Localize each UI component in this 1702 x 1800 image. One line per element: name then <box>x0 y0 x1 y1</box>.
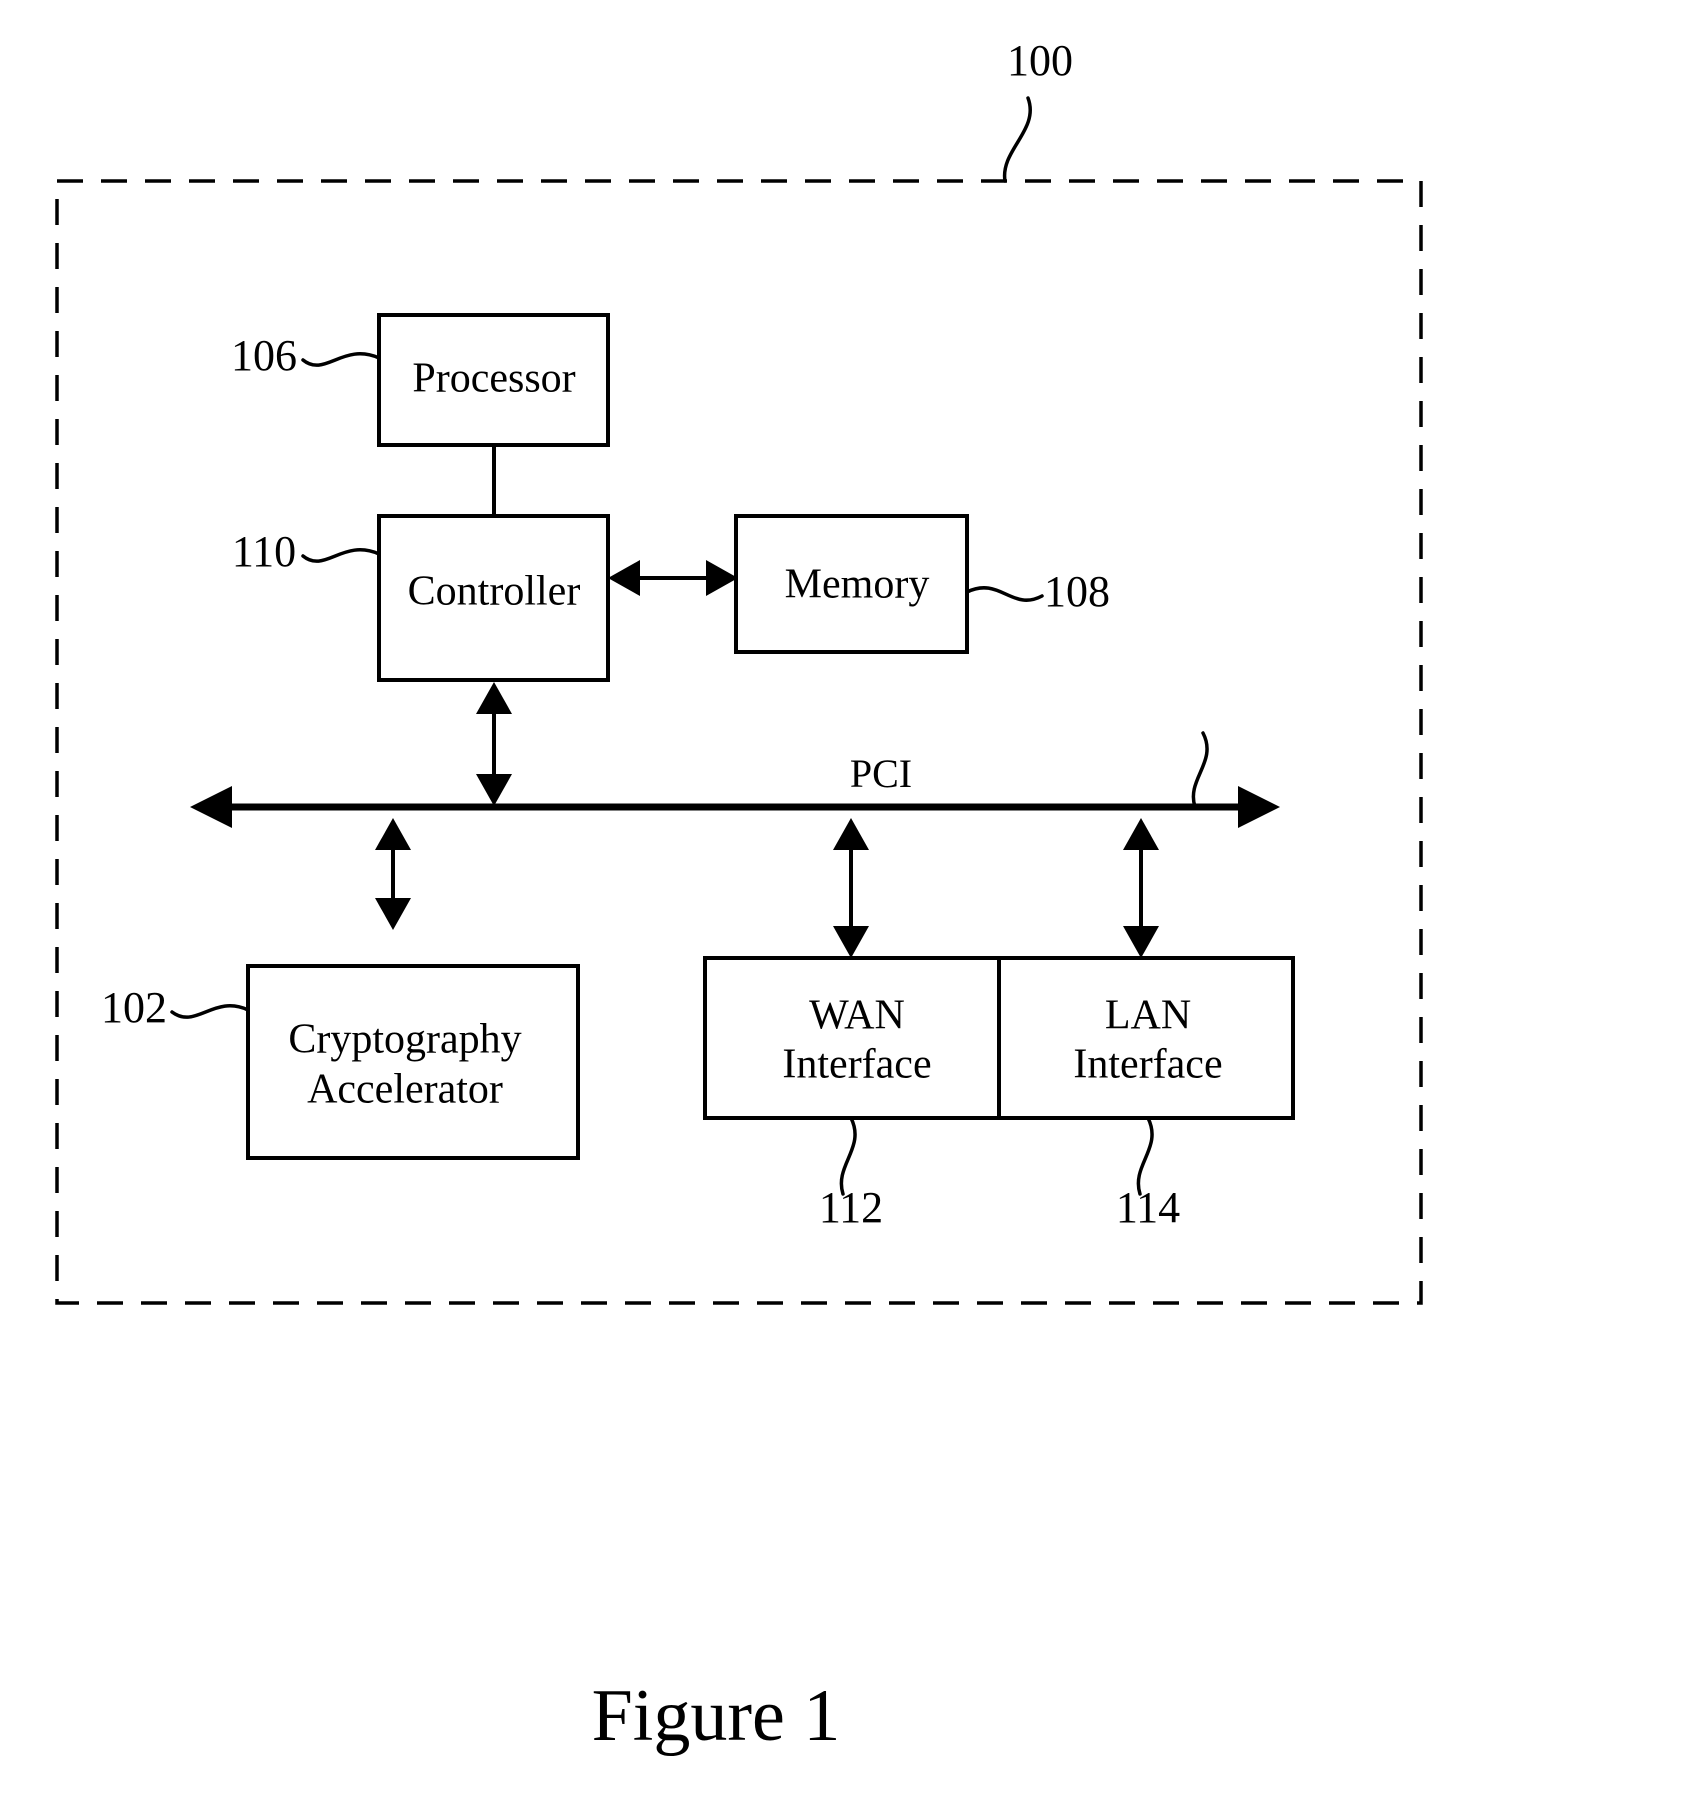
patent-figure: Processor Controller Memory Cryptography… <box>0 0 1702 1800</box>
arrow-bus-wan <box>833 818 869 958</box>
leader-104 <box>1191 731 1209 809</box>
arrow-controller-memory <box>608 560 738 596</box>
lan-label-line1: LAN <box>1105 993 1191 1039</box>
refnum-100: 100 <box>1007 36 1073 85</box>
refnum-108: 108 <box>1044 567 1110 616</box>
diagram-canvas: Processor Controller Memory Cryptography… <box>55 36 1423 1757</box>
crypto-label-line1: Cryptography <box>288 1017 521 1063</box>
processor-label: Processor <box>412 356 575 402</box>
crypto-label-line2: Accelerator <box>307 1067 503 1113</box>
memory-label: Memory <box>785 562 930 608</box>
refnum-106: 106 <box>231 331 297 380</box>
refnum-110: 110 <box>232 527 296 576</box>
wan-label-line1: WAN <box>809 993 905 1039</box>
leader-108 <box>965 586 1044 602</box>
refnum-114: 114 <box>1116 1183 1180 1232</box>
arrow-bus-crypto <box>375 818 411 930</box>
leader-102 <box>170 1004 250 1019</box>
refnum-102: 102 <box>101 983 167 1032</box>
leader-100 <box>1002 96 1032 183</box>
leader-110 <box>301 548 381 563</box>
pci-bus <box>190 786 1280 828</box>
lan-label-line2: Interface <box>1073 1042 1222 1088</box>
pci-bus-label: PCI <box>850 751 912 796</box>
figure-caption: Figure 1 <box>592 1675 841 1757</box>
arrow-bus-lan <box>1123 818 1159 958</box>
controller-label: Controller <box>408 569 581 615</box>
refnum-112: 112 <box>819 1183 883 1232</box>
arrow-controller-bus <box>476 682 512 806</box>
wan-label-line2: Interface <box>782 1042 931 1088</box>
leader-106 <box>301 352 381 367</box>
